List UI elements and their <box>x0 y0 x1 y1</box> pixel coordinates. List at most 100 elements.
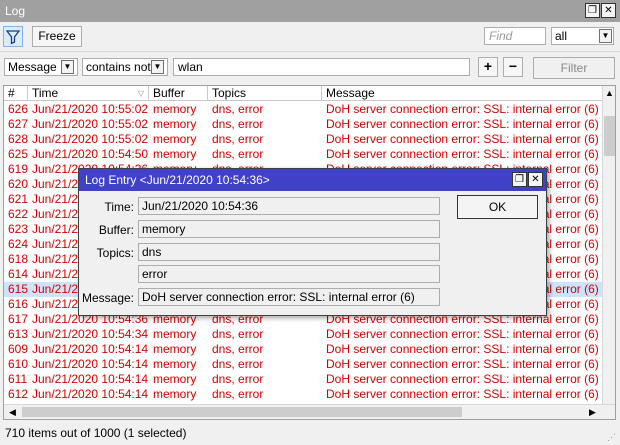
column-header-number[interactable]: # <box>4 86 28 101</box>
cell-buffer: memory <box>153 102 197 116</box>
status-bar: 710 items out of 1000 (1 selected) ⋰ <box>0 422 620 445</box>
dropdown-arrow-icon[interactable]: ▼ <box>61 60 74 74</box>
column-header-buffer[interactable]: Buffer <box>149 86 208 101</box>
cell-topics: dns, error <box>212 327 264 341</box>
table-row[interactable]: 612 Jun/21/2020 10:54:14 memory dns, error D… <box>4 387 602 402</box>
cell-message: DoH server connection error: SSL: intern… <box>326 387 599 401</box>
dialog-title: Log Entry <Jun/21/2020 10:54:36> <box>85 173 270 187</box>
cell-message: DoH server connection error: SSL: intern… <box>326 132 599 146</box>
cell-topics: dns, error <box>212 117 264 131</box>
cell-time: Jun/21/2020 10:54:14 <box>32 342 149 356</box>
cell-topics: dns, error <box>212 147 264 161</box>
apply-filter-button[interactable]: Filter <box>533 57 615 79</box>
cell-number: 613 <box>8 327 28 341</box>
cell-number: 623 <box>8 222 28 236</box>
close-icon[interactable]: ✕ <box>528 172 543 187</box>
cell-number: 617 <box>8 312 28 326</box>
cell-number: 625 <box>8 147 28 161</box>
dropdown-arrow-icon[interactable]: ▼ <box>599 29 612 43</box>
freeze-button[interactable]: Freeze <box>32 26 82 47</box>
column-header-message[interactable]: Message <box>322 86 602 101</box>
add-filter-button[interactable]: + <box>478 57 498 77</box>
column-header-time[interactable]: Time ▽ <box>28 86 149 101</box>
column-header-time-label: Time <box>32 86 59 100</box>
funnel-icon-svg <box>5 30 21 45</box>
horizontal-scrollbar[interactable]: ◀ ▶ <box>4 404 615 419</box>
ok-button[interactable]: OK <box>457 195 538 219</box>
time-field[interactable]: Jun/21/2020 10:54:36 <box>138 197 440 215</box>
cell-buffer: memory <box>153 117 197 131</box>
sort-icon: ▽ <box>137 89 144 98</box>
table-header: # Time ▽ Buffer Topics Message <box>4 86 602 101</box>
message-field[interactable]: DoH server connection error: SSL: intern… <box>138 288 440 306</box>
cell-buffer: memory <box>153 357 197 371</box>
cell-number: 616 <box>8 297 28 311</box>
table-row[interactable]: 627 Jun/21/2020 10:55:02 memory dns, error D… <box>4 117 602 132</box>
filter-field-value: Message <box>8 60 57 74</box>
cell-number: 619 <box>8 162 28 176</box>
status-text: 710 items out of 1000 (1 selected) <box>5 426 187 440</box>
table-row[interactable]: 613 Jun/21/2020 10:54:34 memory dns, error D… <box>4 327 602 342</box>
cell-buffer: memory <box>153 147 197 161</box>
table-row[interactable]: 628 Jun/21/2020 10:55:02 memory dns, error D… <box>4 132 602 147</box>
topic-field-1[interactable]: dns <box>138 243 440 261</box>
cell-number: 611 <box>8 372 28 386</box>
restore-icon[interactable]: ❐ <box>585 3 600 18</box>
table-row[interactable]: 610 Jun/21/2020 10:54:14 memory dns, error D… <box>4 357 602 372</box>
restore-icon[interactable]: ❐ <box>512 172 527 187</box>
topics-label: Topics: <box>96 246 134 260</box>
filter-bar: Message ▼ contains not ▼ wlan + − Filter <box>0 52 620 82</box>
remove-filter-button[interactable]: − <box>503 57 523 77</box>
find-input[interactable]: Find <box>484 27 546 45</box>
vertical-scroll-thumb[interactable] <box>604 116 615 156</box>
table-row[interactable]: 625 Jun/21/2020 10:54:50 memory dns, error D… <box>4 147 602 162</box>
horizontal-scroll-thumb[interactable] <box>22 407 462 417</box>
cell-time: Jun/21/2020 10:54:14 <box>32 372 149 386</box>
filter-value-input[interactable]: wlan <box>173 58 470 76</box>
cell-buffer: memory <box>153 132 197 146</box>
scope-select-value: all <box>555 29 568 43</box>
filter-operator-select[interactable]: contains not ▼ <box>82 58 168 76</box>
cell-message: DoH server connection error: SSL: intern… <box>326 327 599 341</box>
cell-time: Jun/21/2020 10:54:50 <box>32 147 149 161</box>
cell-number: 615 <box>8 282 28 296</box>
column-header-topics[interactable]: Topics <box>208 86 322 101</box>
close-icon[interactable]: ✕ <box>601 3 616 18</box>
table-row[interactable]: 626 Jun/21/2020 10:55:02 memory dns, error D… <box>4 102 602 117</box>
cell-time: Jun/21/2020 10:55:02 <box>32 132 149 146</box>
cell-buffer: memory <box>153 327 197 341</box>
buffer-field[interactable]: memory <box>138 220 440 238</box>
cell-buffer: memory <box>153 342 197 356</box>
cell-time: Jun/21/2020 10:54:34 <box>32 327 149 341</box>
scroll-left-icon[interactable]: ◀ <box>6 405 19 419</box>
dropdown-arrow-icon[interactable]: ▼ <box>151 60 164 74</box>
cell-number: 620 <box>8 177 28 191</box>
cell-time: Jun/21/2020 10:54:14 <box>32 387 149 401</box>
table-row[interactable]: 611 Jun/21/2020 10:54:14 memory dns, error D… <box>4 372 602 387</box>
cell-message: DoH server connection error: SSL: intern… <box>326 147 599 161</box>
cell-number: 628 <box>8 132 28 146</box>
cell-message: DoH server connection error: SSL: intern… <box>326 102 599 116</box>
cell-topics: dns, error <box>212 102 264 116</box>
scroll-right-icon[interactable]: ▶ <box>586 405 599 419</box>
vertical-scrollbar[interactable]: ▲ <box>602 86 615 404</box>
resize-grip-icon[interactable]: ⋰ <box>607 432 617 442</box>
cell-number: 612 <box>8 387 28 401</box>
cell-message: DoH server connection error: SSL: intern… <box>326 357 599 371</box>
filter-operator-value: contains not <box>86 60 151 74</box>
cell-topics: dns, error <box>212 372 264 386</box>
scroll-up-icon[interactable]: ▲ <box>603 86 615 100</box>
time-label: Time: <box>104 200 134 214</box>
topic-field-2[interactable]: error <box>138 265 440 283</box>
scope-select[interactable]: all ▼ <box>551 27 614 45</box>
cell-topics: dns, error <box>212 387 264 401</box>
cell-number: 627 <box>8 117 28 131</box>
cell-time: Jun/21/2020 10:55:02 <box>32 117 149 131</box>
table-row[interactable]: 609 Jun/21/2020 10:54:14 memory dns, error D… <box>4 342 602 357</box>
cell-number: 624 <box>8 237 28 251</box>
filter-field-select[interactable]: Message ▼ <box>4 58 78 76</box>
cell-message: DoH server connection error: SSL: intern… <box>326 342 599 356</box>
log-entry-dialog: Log Entry <Jun/21/2020 10:54:36> ❐ ✕ Tim… <box>78 168 547 316</box>
window-titlebar: Log ❐ ✕ <box>0 0 620 22</box>
funnel-icon[interactable] <box>3 26 23 47</box>
